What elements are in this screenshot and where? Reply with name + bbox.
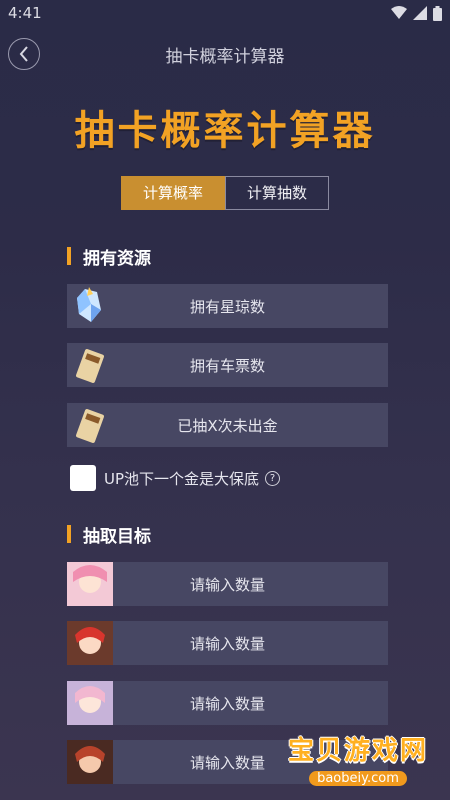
site-watermark: 宝贝游戏网 baobeiy.com: [288, 730, 428, 786]
status-bar: 4:41: [0, 0, 450, 26]
input-pity-count[interactable]: 已抽X次未出金: [67, 403, 388, 447]
quantity-placeholder: 请输入数量: [189, 694, 265, 713]
back-button[interactable]: [8, 38, 40, 70]
section-resources-title: 拥有资源: [67, 244, 151, 269]
target-input-3[interactable]: 请输入数量: [67, 681, 388, 725]
target-input-2[interactable]: 请输入数量: [67, 621, 388, 665]
character-portrait-icon: [67, 681, 113, 725]
tab-calc-probability[interactable]: 计算概率: [121, 176, 225, 210]
signal-icon: [413, 6, 427, 20]
quantity-placeholder: 请输入数量: [189, 634, 265, 653]
quantity-placeholder: 请输入数量: [189, 753, 265, 772]
row-label: 已抽X次未出金: [177, 416, 278, 435]
ticket-icon: [76, 349, 104, 383]
ticket-icon: [76, 409, 104, 443]
section-accent-bar: [67, 525, 71, 543]
help-icon[interactable]: ?: [265, 470, 281, 486]
character-portrait-icon: [67, 740, 113, 784]
guarantee-checkbox-row: UP池下一个金是大保底 ?: [70, 465, 281, 491]
character-portrait-icon: [67, 621, 113, 665]
chevron-left-icon: [19, 46, 28, 62]
row-label: 拥有车票数: [189, 356, 265, 375]
section-targets-title: 抽取目标: [67, 522, 151, 547]
watermark-title: 宝贝游戏网: [287, 736, 428, 766]
wifi-icon: [391, 6, 407, 19]
input-star-jade[interactable]: 拥有星琼数: [67, 284, 388, 328]
section-accent-bar: [67, 247, 71, 265]
input-tickets[interactable]: 拥有车票数: [67, 343, 388, 387]
guarantee-label: UP池下一个金是大保底: [104, 469, 260, 488]
target-input-1[interactable]: 请输入数量: [67, 562, 388, 606]
crystal-icon: [77, 287, 101, 322]
watermark-url: baobeiy.com: [309, 771, 407, 786]
quantity-placeholder: 请输入数量: [189, 575, 265, 594]
tab-bar: 计算概率 计算抽数: [0, 176, 450, 210]
app-header: 抽卡概率计算器: [0, 26, 450, 82]
character-portrait-icon: [67, 562, 113, 606]
status-time: 4:41: [8, 4, 42, 22]
row-label: 拥有星琼数: [189, 297, 265, 316]
battery-icon: [433, 5, 442, 21]
hero-title: 抽卡概率计算器: [74, 108, 376, 154]
tab-calc-pulls[interactable]: 计算抽数: [225, 176, 329, 210]
page-title: 抽卡概率计算器: [165, 46, 285, 67]
guarantee-checkbox[interactable]: [70, 465, 96, 491]
